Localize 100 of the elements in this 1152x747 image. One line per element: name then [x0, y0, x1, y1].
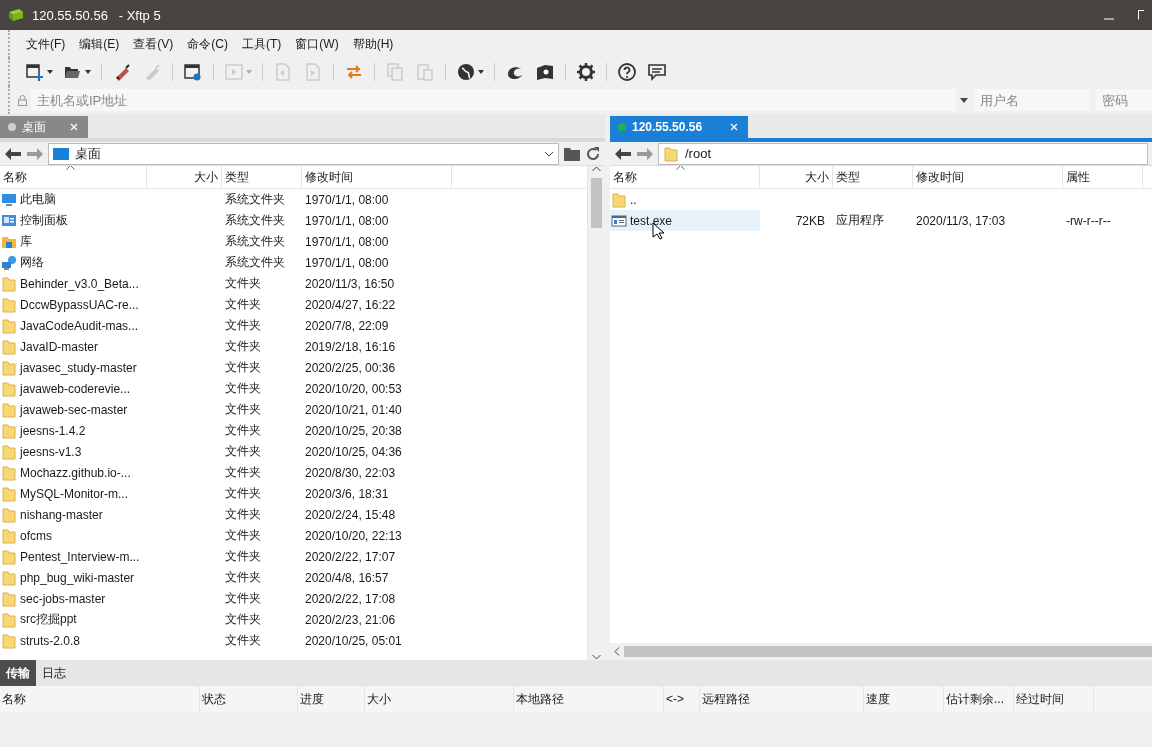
file-name-cell[interactable]: src挖掘ppt [0, 609, 147, 630]
column-header[interactable]: 修改时间 [302, 166, 452, 188]
folder-icon [1, 338, 17, 355]
column-header[interactable]: 名称 [610, 166, 760, 188]
globe-icon[interactable] [456, 62, 476, 82]
dropdown-caret-icon[interactable] [478, 70, 484, 74]
menu-item[interactable]: 命令(C) [187, 33, 228, 55]
file-name-cell[interactable]: .. [610, 189, 760, 210]
file-name-cell[interactable]: 此电脑 [0, 189, 147, 210]
path-field[interactable]: /root [658, 142, 1148, 165]
dropdown-caret-icon[interactable] [47, 70, 53, 74]
file-name-cell[interactable]: Behinder_v3.0_Beta... [0, 273, 147, 294]
folder-icon [1, 590, 17, 607]
help-icon[interactable] [617, 62, 637, 82]
file-name-cell[interactable]: 控制面板 [0, 210, 147, 231]
close-icon[interactable] [730, 123, 738, 131]
menu-item[interactable]: 文件(F) [26, 33, 66, 55]
file-name-cell[interactable]: javaweb-sec-master [0, 399, 147, 420]
folder-icon [1, 506, 17, 523]
file-name-cell[interactable]: jeesns-1.4.2 [0, 420, 147, 441]
folder-icon [1, 317, 17, 334]
back-arrow-icon[interactable] [614, 146, 632, 161]
file-name-cell[interactable]: 网络 [0, 252, 147, 273]
file-name-cell[interactable]: javaweb-coderevie... [0, 378, 147, 399]
password-field[interactable]: 密码 [1096, 89, 1152, 111]
column-header[interactable]: 速度 [864, 686, 944, 712]
file-name-cell[interactable]: test.exe [610, 210, 760, 231]
app-logo-icon [8, 8, 24, 22]
file-name-cell[interactable]: JavaID-master [0, 336, 147, 357]
file-name-cell[interactable]: JavaCodeAudit-mas... [0, 315, 147, 336]
file-name-cell[interactable]: Pentest_Interview-m... [0, 546, 147, 567]
vertical-scrollbar[interactable] [587, 166, 605, 660]
back-arrow-icon[interactable] [4, 146, 22, 161]
table-cell-text: 2020/3/6, 18:31 [304, 485, 390, 503]
file-name-cell[interactable]: php_bug_wiki-master [0, 567, 147, 588]
dropdown-caret-icon[interactable] [960, 97, 968, 103]
pane-tab[interactable]: 桌面 [0, 116, 88, 138]
panel-tab[interactable]: 传输 [0, 660, 36, 686]
table-cell-text: 2020/10/21, 01:40 [304, 401, 403, 419]
folder-icon [1, 485, 17, 502]
close-icon[interactable] [70, 123, 78, 131]
column-header[interactable]: 远程路径 [700, 686, 864, 712]
menu-item[interactable]: 帮助(H) [352, 33, 394, 55]
new-window-icon[interactable] [25, 62, 45, 82]
settings-icon[interactable] [576, 62, 596, 82]
file-name-cell[interactable]: jeesns-v1.3 [0, 441, 147, 462]
menu-item[interactable]: 编辑(E) [79, 33, 120, 55]
menu-item[interactable]: 窗口(W) [295, 33, 339, 55]
program-file-icon [611, 212, 627, 229]
path-field[interactable]: 桌面 [48, 142, 559, 165]
desktop-icon [53, 145, 69, 162]
file-name-cell[interactable]: nishang-master [0, 504, 147, 525]
dropdown-caret-icon[interactable] [544, 150, 554, 157]
column-header[interactable]: 大小 [147, 166, 222, 188]
username-field[interactable]: 用户名 [974, 89, 1090, 111]
file-name-cell[interactable]: sec-jobs-master [0, 588, 147, 609]
column-header[interactable]: 属性 [1063, 166, 1143, 188]
menu-item[interactable]: 工具(T) [242, 33, 282, 55]
table-cell-text: 72KB [794, 212, 826, 230]
folder-icon[interactable] [563, 145, 581, 162]
folder-icon [1, 380, 17, 397]
file-name-cell[interactable]: MySQL-Monitor-m... [0, 483, 147, 504]
table-cell-text: 1970/1/1, 08:00 [304, 254, 390, 272]
host-field[interactable]: 主机名或IP地址 [31, 89, 956, 111]
table-cell-text: 2020/4/8, 16:57 [304, 569, 390, 587]
folder-icon [663, 145, 679, 162]
file-name-cell[interactable]: struts-2.0.8 [0, 630, 147, 651]
column-header[interactable]: 名称 [0, 686, 200, 712]
table-cell-text: 文件夹 [224, 611, 262, 628]
scroll-thumb[interactable] [591, 178, 602, 228]
file-name-cell[interactable]: ofcms [0, 525, 147, 546]
column-header[interactable]: 名称 [0, 166, 147, 188]
column-header[interactable]: <-> [664, 686, 700, 712]
dropdown-caret-icon[interactable] [85, 70, 91, 74]
file-name-cell[interactable]: Mochazz.github.io-... [0, 462, 147, 483]
menu-item[interactable]: 查看(V) [133, 33, 174, 55]
panel-tab[interactable]: 日志 [36, 660, 72, 686]
column-header[interactable]: 经过时间 [1014, 686, 1094, 712]
column-header[interactable]: 状态 [200, 686, 298, 712]
column-header[interactable]: 大小 [760, 166, 833, 188]
column-header[interactable]: 大小 [365, 686, 514, 712]
horizontal-scrollbar[interactable] [610, 643, 1152, 660]
maximize-icon[interactable] [1138, 10, 1144, 20]
column-header[interactable]: 估计剩余... [944, 686, 1014, 712]
file-name-cell[interactable]: 库 [0, 231, 147, 252]
file-name-cell[interactable]: javasec_study-master [0, 357, 147, 378]
folder-icon [1, 569, 17, 586]
pane-tab[interactable]: 120.55.50.56 [610, 116, 748, 138]
open-book-icon[interactable] [535, 62, 555, 82]
window-gear-icon[interactable] [183, 62, 203, 82]
column-header[interactable]: 本地路径 [514, 686, 664, 712]
chat-bubble-icon[interactable] [647, 62, 667, 82]
column-header[interactable]: 类型 [222, 166, 302, 188]
column-header[interactable]: 类型 [833, 166, 913, 188]
column-header[interactable]: 修改时间 [913, 166, 1063, 188]
refresh-icon[interactable] [585, 145, 601, 162]
file-name-cell[interactable]: DccwBypassUAC-re... [0, 294, 147, 315]
window-title: 120.55.50.56 - Xftp 5 [32, 7, 161, 23]
column-header[interactable]: 进度 [298, 686, 365, 712]
folder-icon [1, 296, 17, 313]
